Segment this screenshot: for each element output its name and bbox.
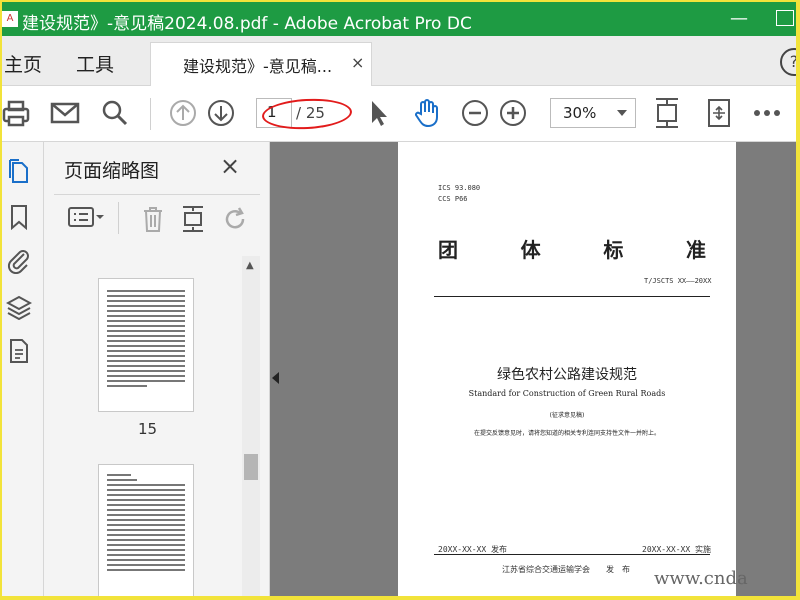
patent-note: 在提交反馈意见时，请将您知道的相关专利连同支持性文件一并附上。 bbox=[473, 430, 660, 437]
thumbnail-list: 15 bbox=[54, 256, 260, 596]
divider-line bbox=[434, 296, 710, 297]
zoom-in-icon[interactable] bbox=[496, 96, 530, 130]
hand-tool-icon[interactable] bbox=[410, 96, 444, 130]
ccs-code: CCS P66 bbox=[438, 195, 468, 203]
document-tab-label: 建设规范》-意见稿... bbox=[183, 57, 333, 76]
extract-pages-icon[interactable] bbox=[176, 202, 210, 236]
heading-char: 体 bbox=[520, 238, 543, 262]
bookmark-icon[interactable] bbox=[6, 204, 32, 231]
zoom-out-icon[interactable] bbox=[458, 96, 492, 130]
rotate-view-icon[interactable] bbox=[702, 96, 736, 130]
email-icon[interactable] bbox=[48, 96, 82, 130]
panel-divider bbox=[54, 194, 260, 195]
print-icon[interactable] bbox=[2, 96, 32, 130]
draft-label: (征求意见稿) bbox=[549, 412, 585, 419]
scrollbar-thumb[interactable] bbox=[244, 454, 258, 480]
zoom-select[interactable]: 30% bbox=[550, 98, 636, 128]
panel-title: 页面缩略图 bbox=[64, 160, 160, 182]
select-cursor-icon[interactable] bbox=[362, 96, 396, 130]
thumbnail-page-16[interactable] bbox=[98, 464, 194, 596]
close-tab-icon[interactable]: × bbox=[351, 53, 364, 72]
standard-number: T/JSCTS XX——20XX bbox=[644, 277, 712, 285]
close-panel-icon[interactable]: × bbox=[220, 152, 240, 180]
layers-icon[interactable] bbox=[5, 294, 33, 321]
watermark: www.cnda bbox=[654, 568, 748, 589]
standard-type-heading: 团 体 标 准 bbox=[438, 234, 708, 263]
help-icon[interactable]: ? bbox=[780, 48, 796, 76]
app-window: A 建设规范》-意见稿2024.08.pdf - Adobe Acrobat P… bbox=[2, 2, 796, 596]
panel-separator bbox=[118, 202, 119, 234]
thumbnail-panel: 页面缩略图 × 15 ▲ bbox=[44, 142, 270, 596]
ics-code: ICS 93.080 bbox=[438, 184, 481, 192]
thumbnail-scrollbar[interactable]: ▲ bbox=[242, 256, 260, 596]
delete-icon[interactable] bbox=[136, 202, 170, 236]
rotate-icon[interactable] bbox=[218, 202, 252, 236]
heading-char: 准 bbox=[685, 238, 708, 262]
home-tab[interactable]: 主页 bbox=[4, 50, 42, 77]
minimize-button[interactable]: — bbox=[730, 8, 748, 29]
thumbnail-page-number: 15 bbox=[138, 420, 158, 438]
maximize-button[interactable] bbox=[776, 10, 794, 26]
heading-char: 标 bbox=[603, 238, 626, 262]
publisher: 江苏省综合交通运输学会 发 布 bbox=[502, 565, 630, 574]
toolbar: 1 / 25 30% bbox=[2, 86, 796, 142]
acrobat-app-icon: A bbox=[2, 11, 18, 27]
document-properties-icon[interactable] bbox=[6, 338, 32, 364]
thumbnail-options-icon[interactable] bbox=[66, 200, 106, 234]
thumbnail-page-15[interactable] bbox=[98, 278, 194, 412]
scroll-up-icon[interactable]: ▲ bbox=[246, 260, 254, 271]
toolbar-separator bbox=[150, 98, 151, 130]
more-options-icon[interactable] bbox=[750, 96, 784, 130]
document-title-cn: 绿色农村公路建设规范 bbox=[497, 367, 637, 383]
search-icon[interactable] bbox=[98, 96, 132, 130]
window-title: 建设规范》-意见稿2024.08.pdf - Adobe Acrobat Pro… bbox=[22, 14, 472, 34]
divider-line bbox=[434, 554, 710, 555]
zoom-value: 30% bbox=[563, 104, 597, 122]
tools-tab[interactable]: 工具 bbox=[76, 50, 114, 77]
left-icon-rail bbox=[2, 142, 44, 596]
document-tab[interactable]: 建设规范》-意见稿... × bbox=[150, 42, 372, 86]
page-thumbnails-icon[interactable] bbox=[6, 158, 32, 184]
title-bar: A 建设规范》-意见稿2024.08.pdf - Adobe Acrobat P… bbox=[2, 2, 796, 36]
document-title-en: Standard for Construction of Green Rural… bbox=[468, 389, 666, 398]
collapse-panel-icon[interactable] bbox=[272, 372, 279, 384]
next-page-icon[interactable] bbox=[204, 96, 238, 130]
menu-row: 主页 工具 建设规范》-意见稿... × ? bbox=[2, 36, 796, 86]
previous-page-icon[interactable] bbox=[166, 96, 200, 130]
pdf-page: ICS 93.080 CCS P66 团 体 标 准 T/JSCTS XX——2… bbox=[398, 142, 736, 596]
fit-page-icon[interactable] bbox=[650, 96, 684, 130]
document-viewport[interactable]: ICS 93.080 CCS P66 团 体 标 准 T/JSCTS XX——2… bbox=[270, 142, 796, 596]
chevron-down-icon bbox=[617, 110, 627, 116]
heading-char: 团 bbox=[438, 238, 460, 262]
attachment-icon[interactable] bbox=[6, 248, 32, 275]
